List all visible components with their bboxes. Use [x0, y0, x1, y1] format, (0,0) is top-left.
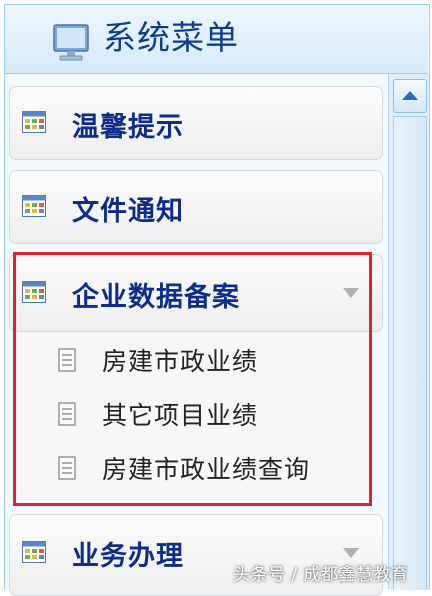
grid-icon	[22, 195, 46, 217]
panel-title: 系统菜单	[103, 18, 239, 57]
monitor-icon	[53, 24, 89, 61]
document-icon	[58, 348, 76, 372]
watermark-text: 头条号 / 成都鑫慧教育	[233, 565, 409, 585]
chevron-down-icon[interactable]	[343, 548, 359, 558]
document-icon	[58, 402, 76, 426]
submenu-item-construction-performance[interactable]: 房建市政业绩	[14, 338, 364, 382]
menu-item-notices[interactable]: 文件通知	[9, 170, 383, 244]
menu-item-label: 文件通知	[72, 196, 184, 227]
submenu-item-label: 房建市政业绩查询	[102, 455, 311, 484]
scroll-track[interactable]	[393, 116, 427, 590]
submenu: 房建市政业绩 其它项目业绩 房建市政业绩查询	[14, 332, 369, 500]
grid-icon	[22, 541, 46, 563]
grid-icon	[22, 111, 46, 133]
menu-item-data-filing[interactable]: 企业数据备案	[9, 254, 383, 332]
chevron-down-icon[interactable]	[343, 288, 359, 298]
scroll-up-button[interactable]	[393, 79, 427, 113]
document-icon	[58, 456, 76, 480]
menu-item-label: 业务办理	[72, 541, 184, 572]
grid-icon	[22, 281, 46, 303]
panel-header: 系统菜单	[5, 5, 428, 74]
menu-item-tips[interactable]: 温馨提示	[9, 86, 383, 160]
menu-item-label: 企业数据备案	[72, 282, 240, 313]
submenu-item-performance-query[interactable]: 房建市政业绩查询	[14, 446, 364, 490]
submenu-item-label: 其它项目业绩	[102, 401, 259, 430]
menu-item-label: 温馨提示	[72, 112, 184, 143]
submenu-item-label: 房建市政业绩	[102, 347, 259, 376]
vertical-scrollbar[interactable]	[388, 74, 429, 590]
arrow-up-icon	[402, 91, 418, 100]
submenu-item-other-performance[interactable]: 其它项目业绩	[14, 392, 364, 436]
